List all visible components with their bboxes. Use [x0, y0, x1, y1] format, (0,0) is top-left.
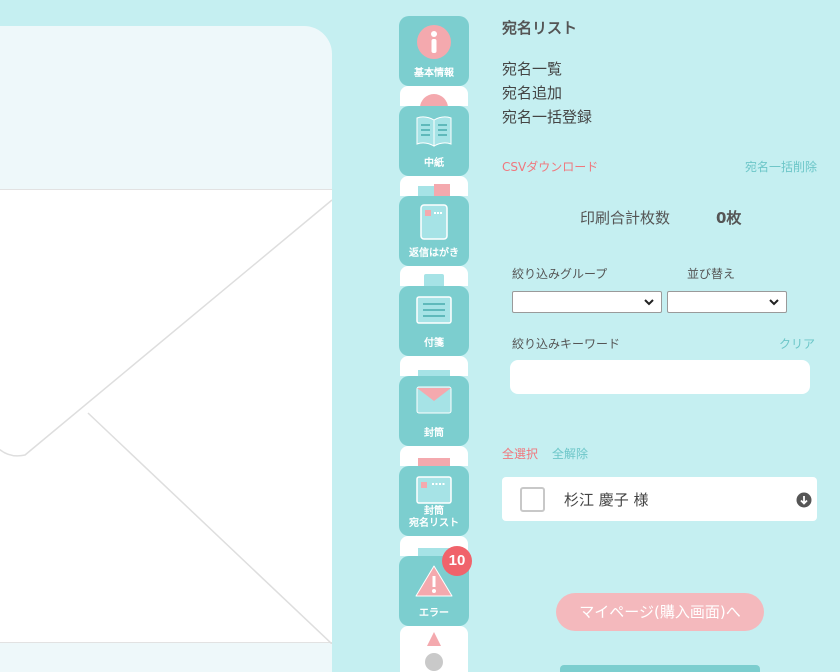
info-icon — [417, 25, 451, 59]
reply-postcard-icon — [420, 204, 448, 240]
print-total-value: 0枚 — [716, 209, 742, 227]
chevron-down-icon — [769, 299, 779, 306]
menu-add-address[interactable]: 宛名追加 — [502, 82, 562, 103]
tab-label: 付箋 — [424, 338, 444, 349]
tab-divider — [400, 626, 468, 672]
tab-basic-info[interactable]: 基本情報 — [399, 16, 469, 86]
chevron-down-icon — [644, 299, 654, 306]
clear-link[interactable]: クリア — [779, 335, 815, 352]
address-list-panel: 宛名リスト 宛名一覧 宛名追加 宛名一括登録 CSVダウンロード 宛名一括削除 … — [500, 0, 840, 672]
expand-down-icon[interactable] — [796, 492, 812, 508]
print-total-label: 印刷合計枚数 — [580, 209, 671, 227]
sticky-note-icon — [416, 296, 452, 324]
tab-reply-postcard[interactable]: 返信はがき — [399, 196, 469, 266]
tab-divider — [400, 266, 468, 286]
csv-download-link[interactable]: CSVダウンロード — [502, 158, 598, 175]
tab-divider — [400, 176, 468, 196]
open-book-icon — [416, 116, 452, 147]
page-title: 宛名リスト — [502, 19, 578, 37]
envelope-back — [0, 189, 332, 644]
menu-address-list[interactable]: 宛名一覧 — [502, 58, 562, 79]
filter-group-select[interactable] — [512, 291, 662, 313]
envelope-preview — [0, 26, 332, 672]
tab-divider — [400, 86, 468, 106]
tab-label: 返信はがき — [409, 248, 459, 259]
recipient-checkbox[interactable] — [520, 487, 545, 512]
tab-inner-paper[interactable]: 中紙 — [399, 106, 469, 176]
mypage-button[interactable]: マイページ(購入画面)へ — [556, 593, 764, 631]
tab-sticky-note[interactable]: 付箋 — [399, 286, 469, 356]
tab-envelope[interactable]: 封筒 — [399, 376, 469, 446]
bulk-delete-link[interactable]: 宛名一括削除 — [745, 158, 817, 175]
tab-divider — [400, 446, 468, 466]
tab-divider — [400, 356, 468, 376]
tab-label: 封筒 宛名リスト — [409, 506, 459, 529]
error-count-badge: 10 — [442, 546, 472, 576]
menu-bulk-register[interactable]: 宛名一括登録 — [502, 106, 592, 127]
tab-label: 封筒 — [424, 428, 444, 439]
recipient-name: 杉江 慶子 様 — [564, 491, 649, 509]
filter-keyword-label: 絞り込みキーワード — [512, 337, 621, 351]
tab-label: 中紙 — [424, 158, 444, 169]
tab-envelope-address-list[interactable]: 封筒 宛名リスト — [399, 466, 469, 536]
tab-label: 基本情報 — [414, 68, 454, 79]
deselect-all-link[interactable]: 全解除 — [552, 445, 588, 462]
envelope-flap-lines — [0, 199, 332, 644]
select-all-link[interactable]: 全選択 — [502, 445, 538, 462]
address-card-icon — [416, 476, 452, 504]
tab-label: エラー — [419, 608, 449, 619]
filter-keyword-input[interactable] — [510, 360, 810, 394]
envelope-icon — [416, 386, 452, 414]
list-item[interactable]: 杉江 慶子 様 — [502, 477, 817, 521]
bottom-action-button[interactable] — [560, 665, 760, 672]
sort-select[interactable] — [667, 291, 787, 313]
user-icon — [425, 632, 443, 671]
sort-label: 並び替え — [687, 267, 736, 281]
filter-group-label: 絞り込みグループ — [512, 267, 608, 281]
